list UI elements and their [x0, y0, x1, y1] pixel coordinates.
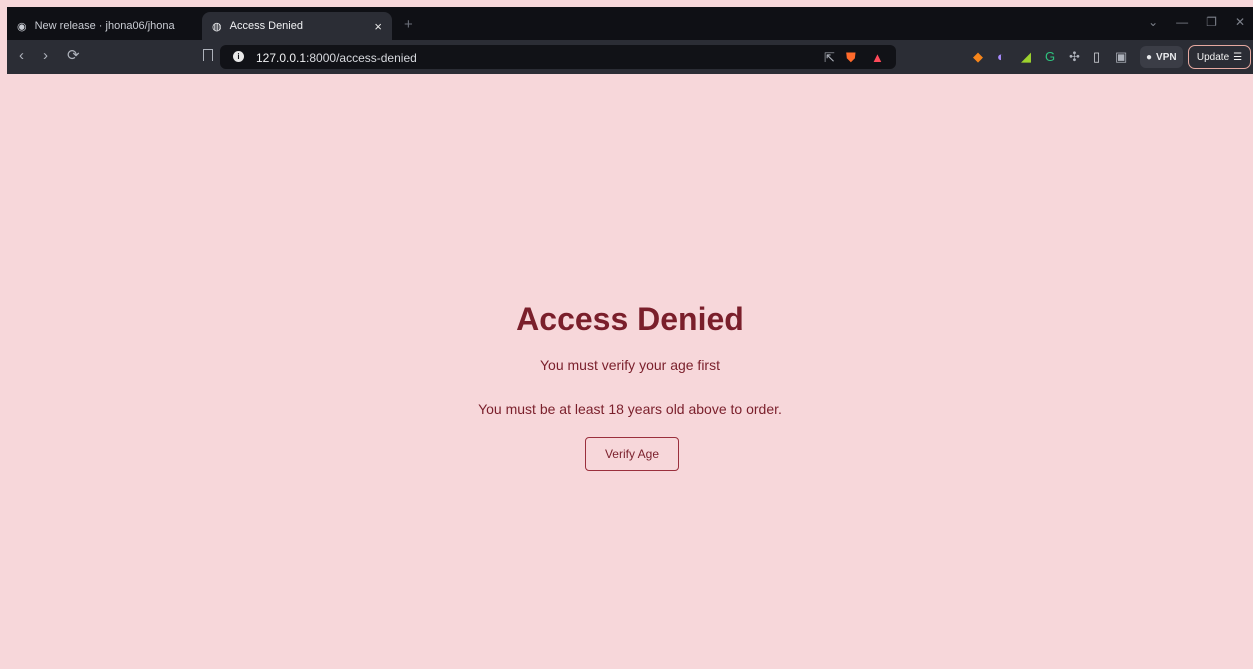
close-icon[interactable]: × — [374, 19, 382, 34]
address-bar[interactable]: i 127.0.0.1:8000/access-denied ⇱ ⛊ ▲ — [220, 45, 896, 69]
site-info-icon[interactable]: i — [233, 51, 244, 62]
grammarly-icon[interactable]: G — [1045, 49, 1055, 64]
vpn-button[interactable]: ● VPN — [1140, 46, 1183, 68]
restore-icon[interactable]: ❐ — [1206, 15, 1217, 29]
puzzle-icon[interactable]: ✣ — [1069, 49, 1080, 64]
bookmark-icon[interactable] — [203, 49, 213, 61]
age-requirement-message: You must be at least 18 years old above … — [478, 401, 782, 417]
new-tab-button[interactable]: + — [404, 16, 413, 33]
github-icon: ◉ — [17, 20, 27, 33]
tab-new-release[interactable]: ◉ New release · jhona06/jhona — [7, 12, 197, 40]
tab-access-denied[interactable]: ◍ Access Denied × — [202, 12, 392, 40]
browser-toolbar: ‹ › ⟳ i 127.0.0.1:8000/access-denied ⇱ ⛊… — [7, 40, 1253, 74]
back-icon[interactable]: ‹ — [19, 48, 24, 64]
tab-label: New release · jhona06/jhona — [34, 20, 175, 32]
metamask-icon[interactable]: ◆ — [973, 49, 983, 64]
reload-icon[interactable]: ⟳ — [67, 48, 80, 64]
url-text[interactable]: 127.0.0.1:8000/access-denied — [256, 51, 417, 65]
tab-strip: ◉ New release · jhona06/jhona ◍ Access D… — [7, 7, 1253, 40]
browser-window: ◉ New release · jhona06/jhona ◍ Access D… — [7, 7, 1253, 669]
vpn-shield-icon: ● — [1146, 51, 1153, 63]
sidebar-icon[interactable]: ▯ — [1093, 49, 1100, 64]
close-window-icon[interactable]: ✕ — [1235, 15, 1245, 29]
globe-icon: ◍ — [212, 20, 222, 33]
page-title: Access Denied — [516, 301, 744, 337]
chevron-down-icon[interactable]: ⌄ — [1148, 15, 1158, 29]
tab-label: Access Denied — [229, 20, 303, 32]
update-button[interactable]: Update ☰ — [1188, 45, 1251, 69]
brave-shield-icon[interactable]: ⛊ — [846, 50, 856, 65]
share-icon[interactable]: ⇱ — [824, 50, 835, 65]
menu-icon: ☰ — [1233, 51, 1243, 63]
subtitle: You must verify your age first — [539, 357, 720, 373]
wallet-icon[interactable]: ▣ — [1115, 49, 1127, 64]
forward-icon[interactable]: › — [43, 48, 48, 64]
wallet-ext-icon[interactable]: ◐ — [997, 49, 1005, 64]
window-controls: ⌄ — ❐ ✕ — [1148, 15, 1245, 29]
page-content: Access Denied You must verify your age f… — [7, 74, 1253, 669]
verify-age-button[interactable]: Verify Age — [585, 437, 679, 471]
brave-rewards-icon[interactable]: ▲ — [871, 50, 884, 65]
minimize-icon[interactable]: — — [1176, 15, 1188, 29]
chart-ext-icon[interactable]: ◢ — [1021, 49, 1031, 64]
